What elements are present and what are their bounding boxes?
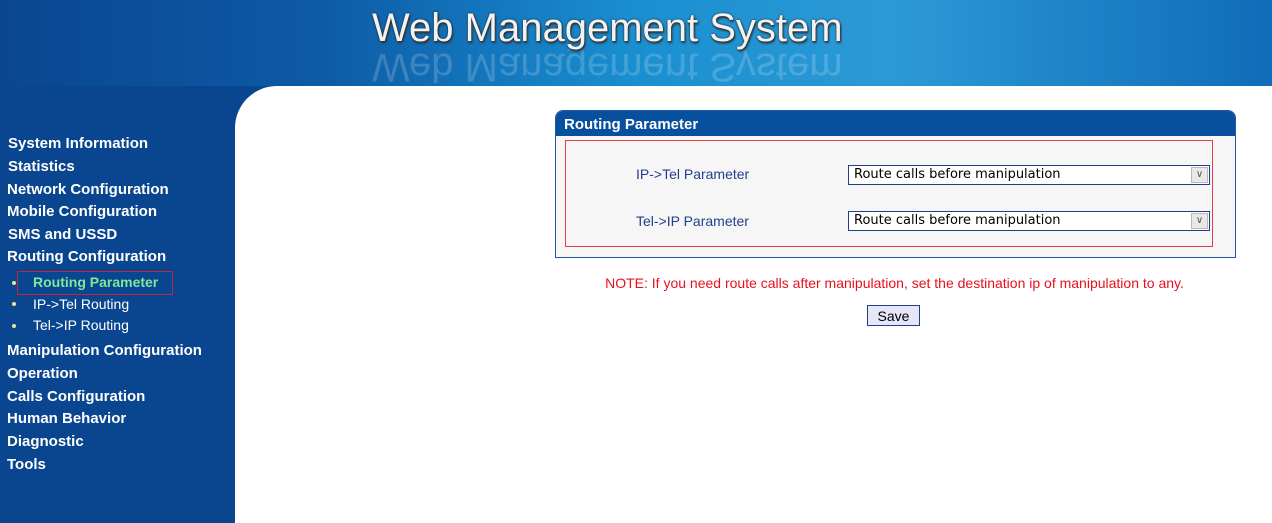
select-value: Route calls before manipulation: [854, 213, 1061, 228]
sidebar-item-routing-configuration[interactable]: Routing Configuration: [7, 248, 166, 265]
sidebar-subitem-ip-tel-routing[interactable]: IP->Tel Routing: [33, 296, 129, 312]
sidebar-item-diagnostic[interactable]: Diagnostic: [7, 433, 84, 450]
sidebar-item-operation[interactable]: Operation: [7, 365, 78, 382]
app-title: Web Management System: [372, 6, 843, 50]
sidebar-item-statistics[interactable]: Statistics: [8, 158, 75, 175]
bullet-icon: [12, 324, 16, 328]
sidebar-item-mobile-configuration[interactable]: Mobile Configuration: [7, 203, 157, 220]
routing-parameter-panel: Routing Parameter IP->Tel Parameter Rout…: [555, 110, 1236, 258]
chevron-down-icon[interactable]: ∨: [1191, 167, 1208, 183]
sidebar-subitem-routing-parameter[interactable]: Routing Parameter: [33, 274, 158, 290]
tel-ip-parameter-select[interactable]: Route calls before manipulation ∨: [848, 211, 1210, 231]
sidebar-item-calls-configuration[interactable]: Calls Configuration: [7, 388, 145, 405]
sidebar-subitem-tel-ip-routing[interactable]: Tel->IP Routing: [33, 317, 129, 333]
tel-ip-parameter-label: Tel->IP Parameter: [636, 213, 749, 229]
panel-title: Routing Parameter: [556, 111, 1235, 136]
ip-tel-parameter-select[interactable]: Route calls before manipulation ∨: [848, 165, 1210, 185]
sidebar-item-sms-ussd[interactable]: SMS and USSD: [8, 226, 117, 243]
bullet-icon: [12, 302, 16, 306]
sidebar-item-human-behavior[interactable]: Human Behavior: [7, 410, 126, 427]
sidebar-item-system-information[interactable]: System Information: [8, 135, 148, 152]
bullet-icon: [12, 281, 16, 285]
sidebar-item-tools[interactable]: Tools: [7, 456, 46, 473]
save-button[interactable]: Save: [867, 305, 920, 326]
chevron-down-icon[interactable]: ∨: [1191, 213, 1208, 229]
sidebar-item-network-configuration[interactable]: Network Configuration: [7, 181, 169, 198]
ip-tel-parameter-label: IP->Tel Parameter: [636, 166, 750, 182]
note-text: NOTE: If you need route calls after mani…: [605, 275, 1184, 291]
header-banner: Web Management System Web Management Sys…: [0, 0, 1272, 89]
fields-highlight: IP->Tel Parameter Route calls before man…: [565, 140, 1213, 247]
sidebar-item-manipulation-configuration[interactable]: Manipulation Configuration: [7, 342, 202, 359]
select-value: Route calls before manipulation: [854, 167, 1061, 182]
